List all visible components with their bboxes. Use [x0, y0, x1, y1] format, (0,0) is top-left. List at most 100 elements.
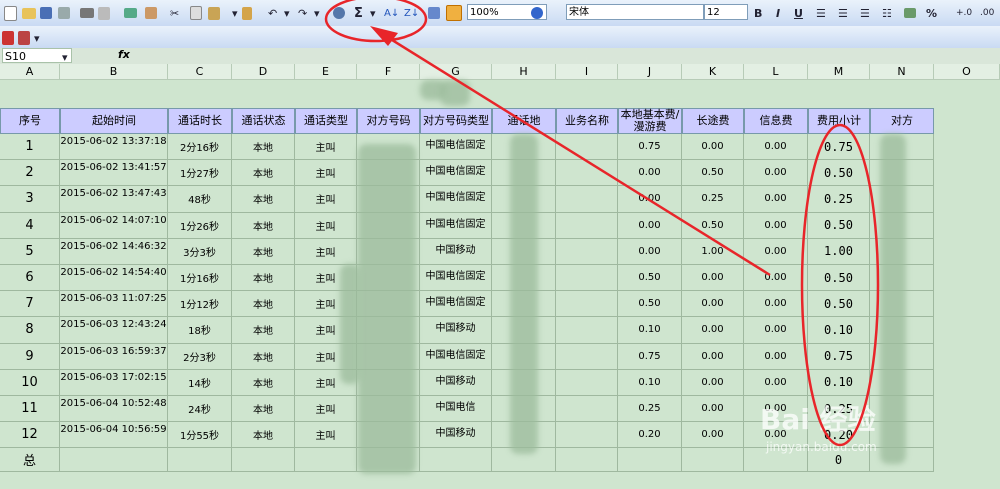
- table-cell[interactable]: [295, 448, 357, 473]
- undo-dropdown-icon[interactable]: ▾: [284, 4, 290, 22]
- column-header-o[interactable]: O: [934, 64, 1000, 80]
- table-cell[interactable]: 0.00: [618, 212, 682, 239]
- table-cell[interactable]: 0.00: [682, 343, 744, 370]
- table-cell[interactable]: 中国电信: [420, 396, 492, 423]
- table-cell[interactable]: 2分3秒: [168, 343, 232, 370]
- print-preview-icon[interactable]: [98, 4, 110, 22]
- table-cell[interactable]: 6: [0, 265, 60, 292]
- table-cell[interactable]: 本地: [232, 160, 295, 187]
- table-cell[interactable]: 0.00: [744, 212, 808, 239]
- table-cell[interactable]: [556, 369, 618, 396]
- table-cell[interactable]: 本地: [232, 265, 295, 292]
- table-cell[interactable]: 中国电信固定: [420, 212, 492, 239]
- table-cell[interactable]: 2015-06-04 10:52:48: [60, 396, 168, 423]
- column-header-f[interactable]: F: [357, 64, 420, 80]
- redo-dropdown-icon[interactable]: ▾: [314, 4, 320, 22]
- column-header-k[interactable]: K: [682, 64, 744, 80]
- table-cell[interactable]: 0.25: [618, 396, 682, 423]
- table-cell[interactable]: 0.00: [682, 317, 744, 344]
- table-cell[interactable]: 0.00: [744, 265, 808, 292]
- table-cell[interactable]: 2015-06-03 17:02:15: [60, 369, 168, 396]
- column-header-b[interactable]: B: [60, 64, 168, 80]
- table-cell[interactable]: [556, 186, 618, 213]
- table-cell[interactable]: 1: [0, 134, 60, 161]
- column-header-a[interactable]: A: [0, 64, 60, 80]
- table-cell[interactable]: 0.00: [682, 134, 744, 161]
- spelling-icon[interactable]: [124, 4, 137, 22]
- table-cell[interactable]: 2015-06-03 16:59:37: [60, 343, 168, 370]
- table-cell[interactable]: 9: [0, 343, 60, 370]
- table-cell[interactable]: 主叫: [295, 422, 357, 449]
- table-cell[interactable]: 1分27秒: [168, 160, 232, 187]
- table-cell[interactable]: 主叫: [295, 212, 357, 239]
- table-cell[interactable]: 10: [0, 369, 60, 396]
- table-cell[interactable]: 0.00: [744, 186, 808, 213]
- table-cell[interactable]: 本地: [232, 134, 295, 161]
- column-header-l[interactable]: L: [744, 64, 808, 80]
- table-cell[interactable]: [556, 134, 618, 161]
- table-cell[interactable]: 中国移动: [420, 317, 492, 344]
- table-cell[interactable]: 0.50: [808, 160, 870, 187]
- table-cell[interactable]: [556, 238, 618, 265]
- table-cell[interactable]: 中国电信固定: [420, 134, 492, 161]
- table-cell[interactable]: 1分16秒: [168, 265, 232, 292]
- table-cell[interactable]: 24秒: [168, 396, 232, 423]
- table-cell[interactable]: 2015-06-02 13:41:57: [60, 160, 168, 187]
- table-cell[interactable]: 0.00: [744, 343, 808, 370]
- table-cell[interactable]: 0.00: [744, 238, 808, 265]
- table-cell[interactable]: 本地: [232, 238, 295, 265]
- insert-function-icon[interactable]: fx: [118, 48, 130, 61]
- table-cell[interactable]: 0.10: [808, 317, 870, 344]
- sort-ascending-icon[interactable]: A↓: [384, 4, 399, 22]
- autosum-icon[interactable]: Σ: [354, 4, 363, 22]
- table-cell[interactable]: 中国电信固定: [420, 186, 492, 213]
- table-cell[interactable]: [556, 265, 618, 292]
- format-painter-icon[interactable]: [242, 4, 252, 22]
- table-cell[interactable]: [168, 448, 232, 473]
- column-header-g[interactable]: G: [420, 64, 492, 80]
- table-cell[interactable]: [556, 212, 618, 239]
- table-cell[interactable]: 4: [0, 212, 60, 239]
- research-icon[interactable]: [145, 4, 157, 22]
- table-cell[interactable]: 0.00: [682, 369, 744, 396]
- table-cell[interactable]: 14秒: [168, 369, 232, 396]
- table-cell[interactable]: 中国电信固定: [420, 160, 492, 187]
- table-cell[interactable]: [556, 422, 618, 449]
- table-cell[interactable]: 0.10: [808, 369, 870, 396]
- hyperlink-icon[interactable]: [333, 4, 345, 22]
- cut-icon[interactable]: ✂: [170, 4, 179, 22]
- undo-icon[interactable]: ↶: [268, 4, 277, 22]
- table-cell[interactable]: 2015-06-02 14:07:10: [60, 212, 168, 239]
- table-cell[interactable]: 2015-06-04 10:56:59: [60, 422, 168, 449]
- table-cell[interactable]: 0.00: [682, 396, 744, 423]
- table-cell[interactable]: 本地: [232, 186, 295, 213]
- table-cell[interactable]: [60, 448, 168, 473]
- table-cell[interactable]: 2015-06-03 12:43:24: [60, 317, 168, 344]
- align-right-icon[interactable]: ☰: [860, 4, 870, 22]
- table-cell[interactable]: 主叫: [295, 134, 357, 161]
- table-cell[interactable]: 0.00: [682, 422, 744, 449]
- table-cell[interactable]: [232, 448, 295, 473]
- merge-center-icon[interactable]: ☷: [882, 4, 892, 22]
- column-header-j[interactable]: J: [618, 64, 682, 80]
- table-cell[interactable]: 3分3秒: [168, 238, 232, 265]
- table-cell[interactable]: 0.20: [618, 422, 682, 449]
- table-cell[interactable]: 1分55秒: [168, 422, 232, 449]
- table-cell[interactable]: 1分12秒: [168, 291, 232, 318]
- column-header-n[interactable]: N: [870, 64, 934, 80]
- bold-button[interactable]: B: [754, 4, 762, 22]
- percent-button[interactable]: %: [926, 4, 937, 22]
- table-cell[interactable]: 0.00: [618, 238, 682, 265]
- table-cell[interactable]: 5: [0, 238, 60, 265]
- table-cell[interactable]: 0.25: [808, 186, 870, 213]
- table-cell[interactable]: 0.75: [808, 343, 870, 370]
- table-cell[interactable]: 主叫: [295, 160, 357, 187]
- table-cell[interactable]: 0.00: [618, 160, 682, 187]
- table-cell[interactable]: 11: [0, 396, 60, 423]
- table-cell[interactable]: 1.00: [682, 238, 744, 265]
- table-cell[interactable]: 中国电信固定: [420, 265, 492, 292]
- table-cell[interactable]: 0.10: [618, 369, 682, 396]
- column-header-d[interactable]: D: [232, 64, 295, 80]
- underline-button[interactable]: U: [794, 4, 803, 22]
- table-cell[interactable]: 0.50: [808, 212, 870, 239]
